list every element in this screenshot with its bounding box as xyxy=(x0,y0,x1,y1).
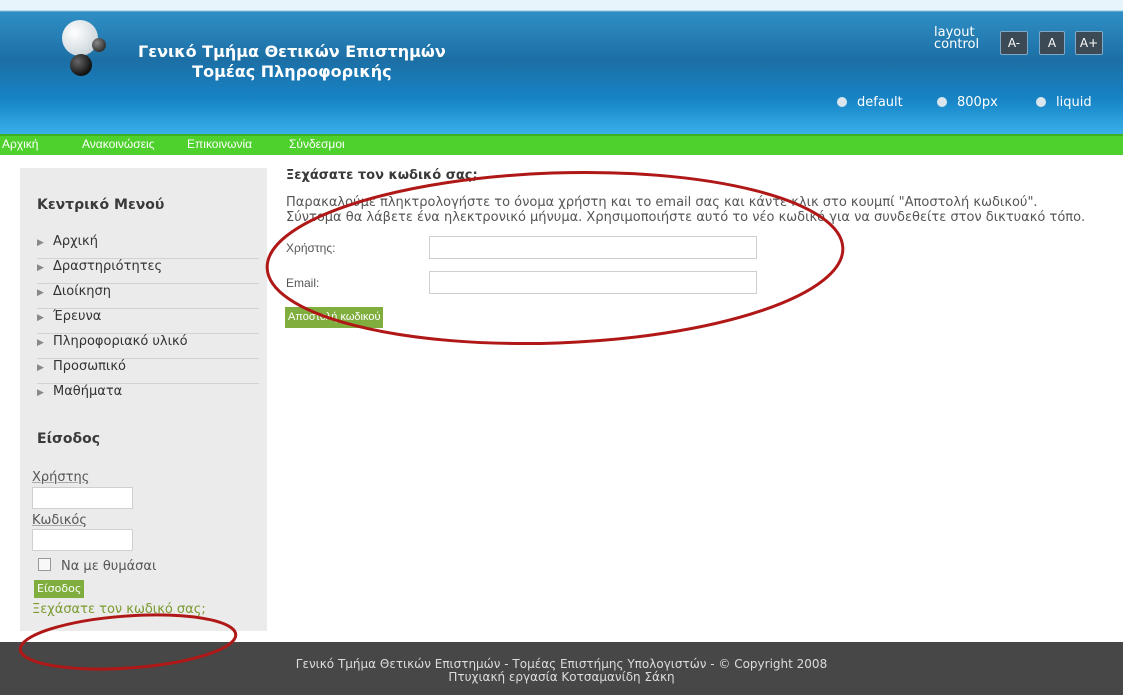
menu-item-label: Πληροφοριακό υλικό xyxy=(53,334,188,349)
menu-item-research[interactable]: ▶ Έρευνα xyxy=(37,309,259,334)
nav-links[interactable]: Σύνδεσμοι xyxy=(289,137,345,151)
nav-home[interactable]: Αρχική xyxy=(2,137,38,151)
arrow-right-icon: ▶ xyxy=(37,388,44,398)
radio-dot-icon xyxy=(937,97,947,107)
site-title-line2: Τομέας Πληροφορικής xyxy=(192,62,392,81)
layout-800px-option[interactable]: 800px xyxy=(937,95,998,110)
email-label: Email: xyxy=(286,276,320,290)
layout-default-label: default xyxy=(857,95,903,110)
layout-800px-label: 800px xyxy=(957,95,998,110)
site-footer: Γενικό Τμήμα Θετικών Επιστημών - Τομέας … xyxy=(0,642,1123,695)
login-username-label: Χρήστης xyxy=(32,470,90,485)
email-input[interactable] xyxy=(429,271,757,294)
nav-announcements[interactable]: Ανακοινώσεις xyxy=(82,137,155,151)
nav-contact[interactable]: Επικοινωνία xyxy=(187,137,252,151)
logo-ball-gray xyxy=(92,38,106,52)
menu-item-activities[interactable]: ▶ Δραστηριότητες xyxy=(37,259,259,284)
arrow-right-icon: ▶ xyxy=(37,363,44,373)
menu-item-administration[interactable]: ▶ Διοίκηση xyxy=(37,284,259,309)
login-heading: Είσοδος xyxy=(37,431,101,447)
top-navigation: Αρχική Ανακοινώσεις Επικοινωνία Σύνδεσμο… xyxy=(0,134,1123,155)
font-larger-button[interactable]: A+ xyxy=(1075,31,1103,55)
logo-ball-white xyxy=(62,20,98,56)
menu-item-label: Αρχική xyxy=(53,234,98,249)
checkbox-icon xyxy=(38,558,51,571)
send-password-button[interactable]: Αποστολή κωδικού xyxy=(285,307,384,328)
menu-item-label: Έρευνα xyxy=(53,309,102,324)
sidebar: Κεντρικό Μενού ▶ Αρχική ▶ Δραστηριότητες ▶… xyxy=(20,168,267,631)
layout-default-option[interactable]: default xyxy=(837,95,903,110)
intro-text-line1: Παρακαλούμε πληκτρολογήστε το όνομα χρήσ… xyxy=(286,195,1038,210)
remember-me-checkbox[interactable]: Να με θυμάσαι xyxy=(38,558,156,574)
arrow-right-icon: ▶ xyxy=(37,288,44,298)
layout-liquid-label: liquid xyxy=(1056,95,1092,110)
footer-credit: Πτυχιακή εργασία Κοτσαμανίδη Σάκη xyxy=(448,670,675,684)
intro-text-line2: Σύντομα θα λάβετε ένα ηλεκτρονικό μήνυμα… xyxy=(286,210,1086,225)
login-username-input[interactable] xyxy=(32,487,133,509)
site-title: Γενικό Τμήμα Θετικών Επιστημών Τομέας Πλ… xyxy=(138,42,446,82)
page-title: Ξεχάσατε τον κωδικό σας; xyxy=(286,168,478,183)
site-header: Γενικό Τμήμα Θετικών Επιστημών Τομέας Πλ… xyxy=(0,0,1123,134)
menu-item-staff[interactable]: ▶ Προσωπικό xyxy=(37,359,259,384)
arrow-right-icon: ▶ xyxy=(37,263,44,273)
menu-item-label: Διοίκηση xyxy=(53,284,112,299)
font-normal-button[interactable]: A xyxy=(1039,31,1065,55)
login-password-label: Κωδικός xyxy=(32,513,88,528)
radio-dot-icon xyxy=(1036,97,1046,107)
username-label: Χρήστης: xyxy=(286,241,336,255)
remember-me-label: Να με θυμάσαι xyxy=(61,559,157,574)
layout-control-label: layout control xyxy=(934,25,980,52)
font-smaller-button[interactable]: A- xyxy=(1000,31,1028,55)
username-input[interactable] xyxy=(429,236,757,259)
menu-item-label: Δραστηριότητες xyxy=(53,259,163,274)
menu-item-label: Προσωπικό xyxy=(53,359,126,374)
logo-ball-black xyxy=(70,54,92,76)
menu-item-information[interactable]: ▶ Πληροφοριακό υλικό xyxy=(37,334,259,359)
site-title-line1: Γενικό Τμήμα Θετικών Επιστημών xyxy=(138,42,446,61)
forgot-password-link[interactable]: Ξεχάσατε τον κωδικό σας; xyxy=(32,602,206,617)
login-password-input[interactable] xyxy=(32,529,133,551)
arrow-right-icon: ▶ xyxy=(37,338,44,348)
layout-liquid-option[interactable]: liquid xyxy=(1036,95,1092,110)
menu-item-home[interactable]: ▶ Αρχική xyxy=(37,234,259,259)
menu-item-courses[interactable]: ▶ Μαθήματα xyxy=(37,384,259,408)
arrow-right-icon: ▶ xyxy=(37,313,44,323)
arrow-right-icon: ▶ xyxy=(37,238,44,248)
logo xyxy=(62,20,132,80)
radio-dot-icon xyxy=(837,97,847,107)
menu-item-label: Μαθήματα xyxy=(53,384,123,399)
main-menu-heading: Κεντρικό Μενού xyxy=(37,197,165,213)
login-button[interactable]: Είσοδος xyxy=(34,580,85,598)
